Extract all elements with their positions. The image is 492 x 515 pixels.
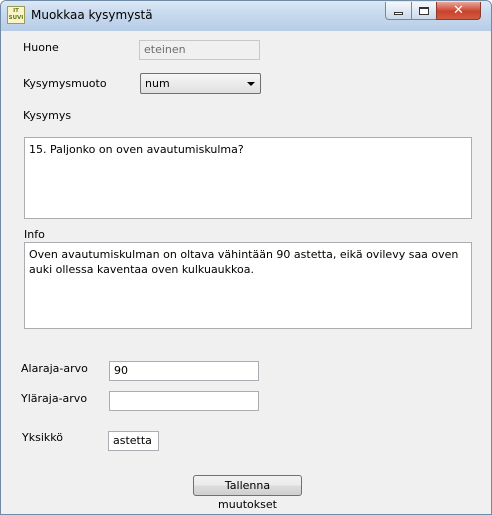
chevron-down-icon (247, 82, 255, 86)
minimize-button[interactable] (385, 2, 412, 20)
question-label: Kysymys (23, 109, 72, 122)
room-label: Huone (23, 41, 59, 54)
question-type-label: Kysymysmuoto (23, 77, 107, 90)
lower-limit-field[interactable]: 90 (109, 361, 259, 381)
info-label: Info (24, 228, 45, 241)
minimize-icon (394, 12, 403, 15)
upper-limit-field[interactable] (109, 391, 259, 411)
window-title: Muokkaa kysymystä (31, 8, 153, 22)
app-icon[interactable]: IT SUVI (7, 6, 25, 24)
lower-limit-label: Alaraja-arvo (21, 362, 88, 375)
info-textarea[interactable]: Oven avautumiskulman on oltava vähintään… (24, 242, 472, 329)
question-type-value: num (145, 77, 170, 90)
maximize-icon (419, 6, 429, 15)
unit-label: Yksikkö (22, 431, 63, 444)
title-bar[interactable]: IT SUVI Muokkaa kysymystä ✕ (1, 1, 491, 31)
close-icon: ✕ (453, 3, 464, 18)
dialog-window: IT SUVI Muokkaa kysymystä ✕ Huone eteinen… (0, 0, 492, 515)
question-type-select[interactable]: num (140, 73, 261, 94)
form-area: Huone eteinen Kysymysmuoto num Kysymys 1… (9, 31, 483, 511)
maximize-button[interactable] (411, 2, 437, 20)
close-button[interactable]: ✕ (436, 2, 481, 20)
save-changes-button[interactable]: Tallenna muutokset (193, 475, 302, 511)
unit-field[interactable]: astetta (108, 431, 159, 451)
question-textarea[interactable]: 15. Paljonko on oven avautumiskulma? (24, 137, 472, 219)
room-field: eteinen (139, 40, 260, 60)
upper-limit-label: Yläraja-arvo (21, 392, 88, 405)
